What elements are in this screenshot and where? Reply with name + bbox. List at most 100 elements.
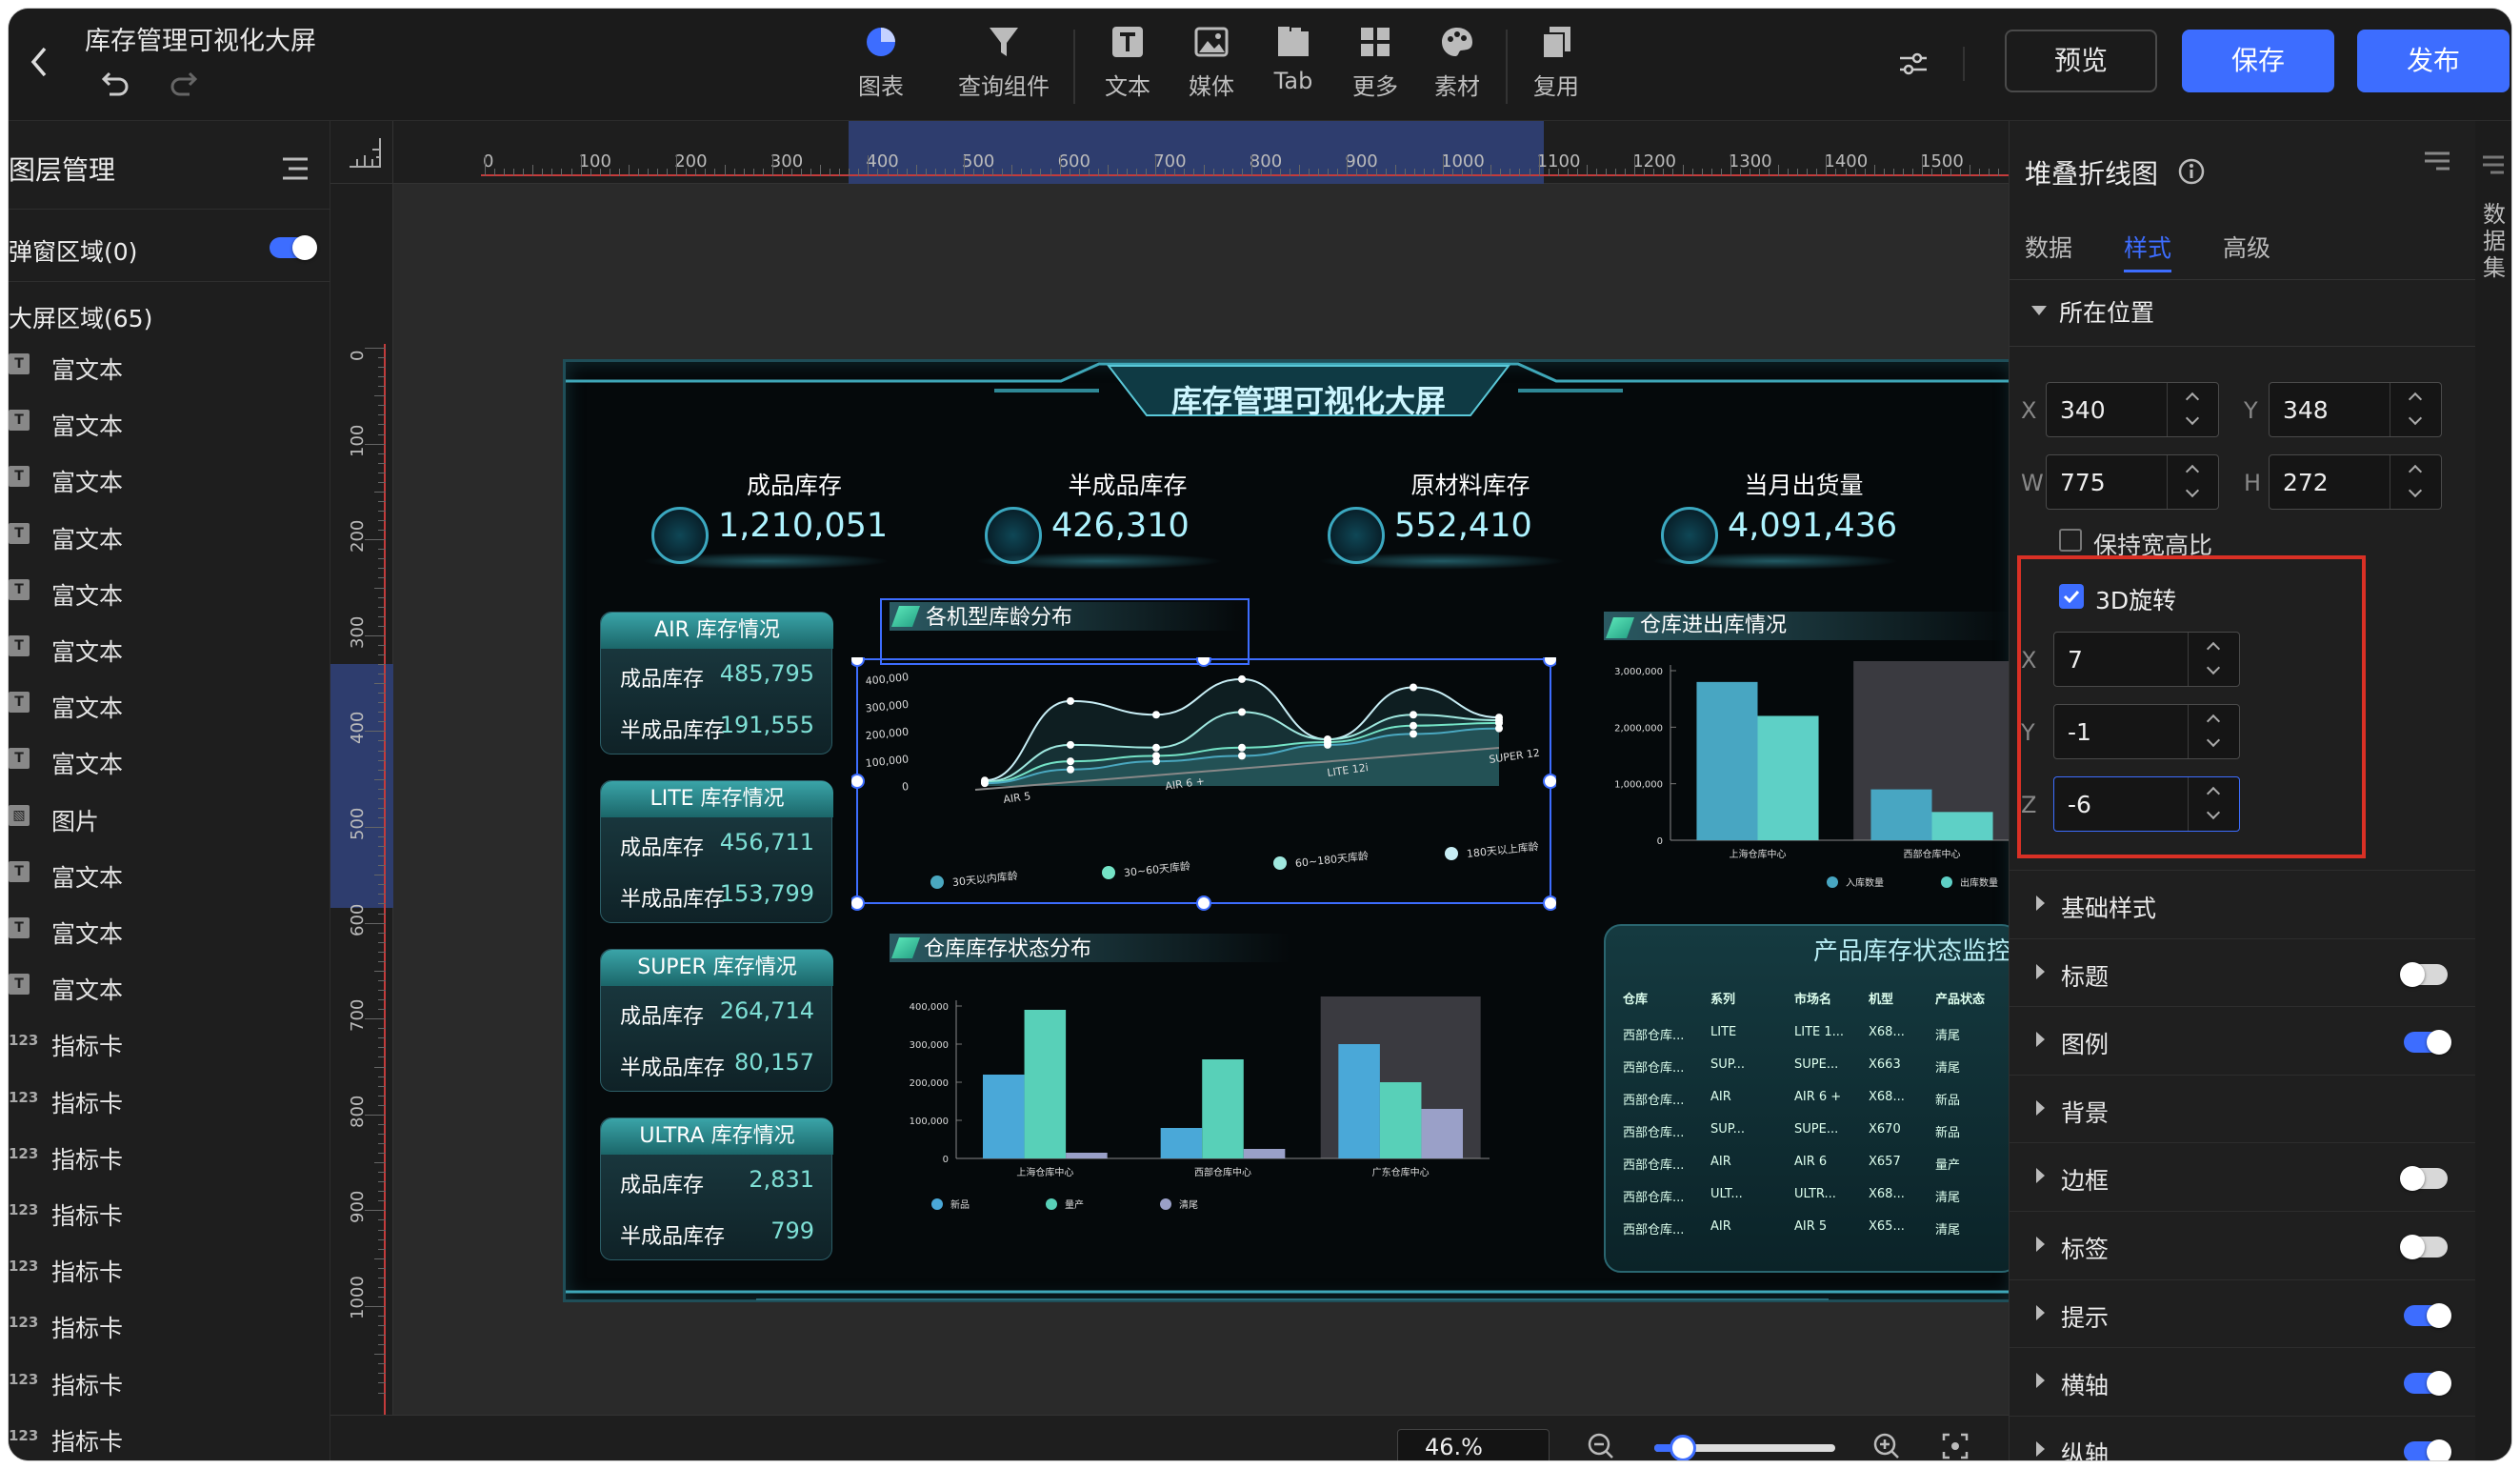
bar[interactable] — [1202, 1059, 1244, 1158]
table-row[interactable]: 西部仓库... ULT... ULTR... X68... 清尾 — [1606, 1183, 2021, 1212]
toolbar-text[interactable]: 文本 — [1094, 24, 1161, 101]
redo-icon[interactable] — [169, 70, 203, 98]
table-row[interactable]: 西部仓库... LITE LITE 1... X68... 清尾 — [1606, 1021, 2021, 1050]
layer-item[interactable]: 123 指标卡 — [9, 1013, 330, 1070]
layer-item[interactable]: T 富文本 — [9, 900, 330, 957]
x-stepper[interactable] — [2167, 383, 2218, 436]
data-point[interactable] — [1238, 674, 1246, 683]
rotate-x-stepper[interactable] — [2188, 633, 2239, 686]
zoom-input[interactable]: 46.% — [1397, 1429, 1550, 1460]
bar[interactable] — [1757, 715, 1819, 840]
w-input[interactable]: 775 — [2046, 454, 2219, 510]
layer-item[interactable]: 123 指标卡 — [9, 1352, 330, 1409]
data-point[interactable] — [1067, 740, 1074, 749]
section-toggle[interactable] — [2404, 1030, 2451, 1056]
data-point[interactable] — [1152, 743, 1160, 752]
layer-item[interactable]: ▧ 图片 — [9, 788, 330, 845]
collapse-list-icon[interactable] — [2479, 153, 2508, 178]
selected-chart-box[interactable] — [880, 598, 1250, 665]
layer-item[interactable]: 123 指标卡 — [9, 1408, 330, 1460]
data-point[interactable] — [1067, 765, 1074, 774]
zoom-in-icon[interactable] — [1871, 1431, 1902, 1461]
keep-ratio-checkbox[interactable] — [2059, 529, 2082, 552]
layer-item[interactable]: T 富文本 — [9, 392, 330, 450]
data-point[interactable] — [1067, 696, 1074, 705]
section-8[interactable]: 纵轴 — [2010, 1415, 2476, 1460]
layer-item[interactable]: T 富文本 — [9, 674, 330, 732]
bar[interactable] — [1931, 812, 1993, 840]
bar[interactable] — [1870, 789, 1932, 840]
rotate-x-input[interactable]: 7 — [2053, 632, 2240, 687]
zoom-slider-handle[interactable] — [1670, 1435, 1696, 1460]
data-point[interactable] — [1495, 724, 1503, 733]
data-point[interactable] — [1238, 708, 1246, 716]
layer-item[interactable]: T 富文本 — [9, 731, 330, 788]
table-row[interactable]: 西部仓库... AIR AIR 5 X65... 清尾 — [1606, 1216, 2021, 1244]
layer-item[interactable]: 123 指标卡 — [9, 1126, 330, 1183]
y-stepper[interactable] — [2390, 383, 2441, 436]
tab-advanced[interactable]: 高级 — [2223, 230, 2270, 264]
section-toggle[interactable] — [2404, 1439, 2451, 1460]
model-card[interactable]: LITE 库存情况 成品库存 456,711 半成品库存 153,799 — [600, 780, 833, 923]
resize-handle[interactable] — [851, 657, 865, 667]
layer-item[interactable]: 123 指标卡 — [9, 1070, 330, 1127]
zoom-slider-track[interactable] — [1654, 1435, 1835, 1460]
bar[interactable] — [1379, 1082, 1422, 1158]
warehouse-io-bar-chart[interactable]: 0 1,000,000 2,000,000 3,000,000 上海仓库中心 西部仓库中心… — [1604, 648, 2019, 895]
data-point[interactable] — [1152, 711, 1160, 719]
toolbar-more[interactable]: 更多 — [1342, 24, 1409, 101]
data-point[interactable] — [1238, 752, 1246, 760]
settings-sliders-icon[interactable] — [1896, 47, 1930, 81]
section-7[interactable]: 横轴 — [2010, 1347, 2476, 1416]
tab-style[interactable]: 样式 — [2124, 230, 2171, 272]
section-toggle[interactable] — [2400, 961, 2448, 987]
bar[interactable] — [1243, 1149, 1286, 1158]
section-4[interactable]: 边框 — [2010, 1142, 2476, 1211]
position-section-header[interactable]: 所在位置 — [2010, 281, 2476, 342]
bar[interactable] — [1160, 1128, 1203, 1158]
data-point[interactable] — [1067, 757, 1074, 766]
toolbar-query[interactable]: 查询组件 — [951, 24, 1056, 101]
undo-icon[interactable] — [96, 70, 130, 98]
section-0[interactable]: 基础样式 — [2010, 870, 2476, 938]
section-toggle[interactable] — [2400, 1235, 2448, 1259]
rotate-z-input[interactable]: -6 — [2053, 776, 2240, 832]
toolbar-chart[interactable]: 图表 — [843, 24, 919, 101]
model-card[interactable]: SUPER 库存情况 成品库存 264,714 半成品库存 80,157 — [600, 949, 833, 1092]
dataset-side-tab[interactable]: 数据集 — [2475, 121, 2511, 1460]
preview-button[interactable]: 预览 — [2005, 30, 2157, 92]
section-2[interactable]: 图例 — [2010, 1006, 2476, 1075]
popup-region-toggle[interactable] — [270, 235, 317, 260]
bar[interactable] — [1421, 1109, 1463, 1158]
y-input[interactable]: 348 — [2269, 382, 2442, 437]
w-stepper[interactable] — [2167, 455, 2218, 509]
layer-item[interactable]: T 富文本 — [9, 618, 330, 675]
table-row[interactable]: 西部仓库... AIR AIR 6 X657 量产 — [1606, 1151, 2021, 1179]
resize-handle[interactable] — [851, 774, 865, 789]
resize-handle[interactable] — [1543, 774, 1556, 789]
tab-data[interactable]: 数据 — [2025, 230, 2072, 264]
bar[interactable] — [1696, 681, 1758, 840]
layer-item[interactable]: 123 指标卡 — [9, 1238, 330, 1296]
data-point[interactable] — [1410, 721, 1417, 730]
data-point[interactable] — [1410, 683, 1417, 692]
fit-screen-icon[interactable] — [1940, 1431, 1970, 1461]
rotate-y-stepper[interactable] — [2188, 705, 2239, 758]
collapse-list-icon[interactable] — [279, 155, 311, 182]
resize-handle[interactable] — [851, 895, 865, 911]
section-3[interactable]: 背景 — [2010, 1074, 2476, 1143]
info-icon[interactable] — [2177, 157, 2206, 186]
stacked-line-chart[interactable]: 0100,000200,000300,000400,000AIR 5AIR 6 … — [851, 657, 1556, 915]
vertical-ruler[interactable]: 0 100 200 300 400 500 600 700 800 900 1000 — [330, 184, 393, 1460]
bar[interactable] — [1066, 1153, 1108, 1158]
section-toggle[interactable] — [2400, 1166, 2448, 1192]
toolbar-tab[interactable]: Tab — [1260, 24, 1327, 94]
layer-item[interactable]: T 富文本 — [9, 449, 330, 506]
collapse-panel-icon[interactable] — [2421, 150, 2453, 178]
save-button[interactable]: 保存 — [2182, 30, 2334, 92]
ruler-corner[interactable] — [330, 121, 393, 184]
bar[interactable] — [1338, 1044, 1380, 1158]
horizontal-ruler[interactable]: 0 100 200 300 400 500 600 700 800 900 1000 1100 1200… — [393, 121, 2106, 184]
dashboard-screen[interactable]: 库存管理可视化大屏 成品库存 1,210,051 半成品库存 426,310 原材料库存… — [563, 359, 2019, 1302]
layer-item[interactable]: T 富文本 — [9, 956, 330, 1014]
